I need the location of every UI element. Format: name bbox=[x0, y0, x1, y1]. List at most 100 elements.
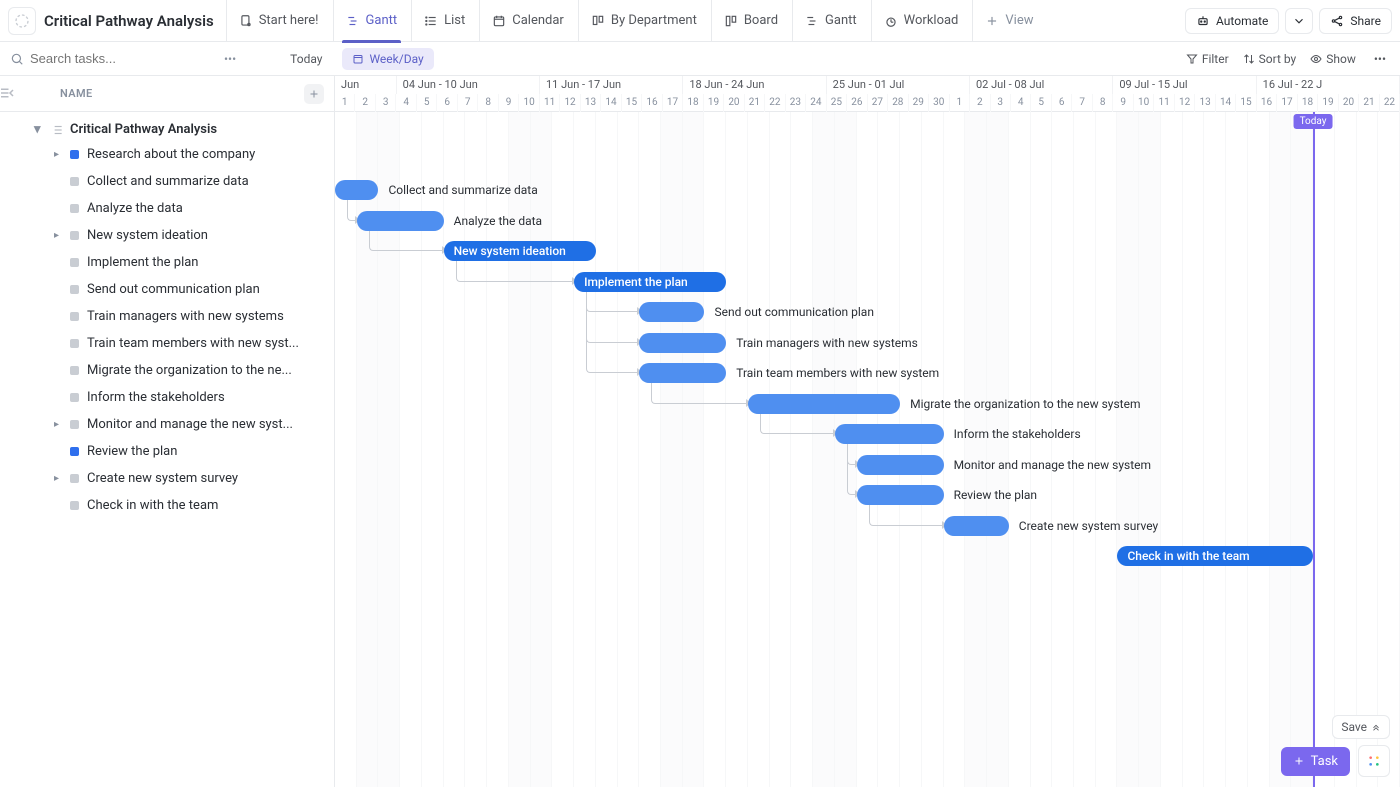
weekday-toggle[interactable]: Week/Day bbox=[342, 48, 433, 70]
gantt-bar[interactable] bbox=[857, 455, 944, 475]
task-row[interactable]: ▸ Inform the stakeholders bbox=[0, 384, 334, 411]
gantt-bar[interactable] bbox=[639, 363, 726, 383]
gantt-bar[interactable] bbox=[639, 333, 726, 353]
gantt-body[interactable]: TodayCollect and summarize dataAnalyze t… bbox=[335, 112, 1400, 787]
new-task-button[interactable]: Task bbox=[1281, 747, 1350, 776]
task-row[interactable]: ▸ Check in with the team bbox=[0, 492, 334, 519]
group-row[interactable]: ▾ Critical Pathway Analysis bbox=[0, 118, 334, 141]
add-column-button[interactable] bbox=[304, 84, 324, 104]
show-button[interactable]: Show bbox=[1310, 52, 1356, 66]
gantt-bar[interactable]: Check in with the team bbox=[1117, 546, 1313, 566]
automate-dropdown[interactable] bbox=[1285, 8, 1313, 34]
gantt-bar[interactable] bbox=[357, 211, 444, 231]
status-dot bbox=[70, 447, 79, 456]
caret-down-icon[interactable]: ▾ bbox=[34, 122, 44, 137]
day-label: 15 bbox=[622, 94, 642, 112]
status-dot bbox=[70, 474, 79, 483]
search-input[interactable] bbox=[30, 51, 170, 66]
task-row[interactable]: ▸ Analyze the data bbox=[0, 195, 334, 222]
day-label: 4 bbox=[396, 94, 416, 112]
gantt-bar[interactable]: Implement the plan bbox=[574, 272, 726, 292]
day-column bbox=[1357, 112, 1379, 787]
tab-gantt[interactable]: Gantt bbox=[333, 0, 410, 42]
gantt-bar[interactable]: New system ideation bbox=[444, 241, 596, 261]
caret-right-icon[interactable]: ▸ bbox=[54, 473, 62, 484]
tab-list[interactable]: List bbox=[411, 0, 477, 42]
show-label: Show bbox=[1326, 52, 1356, 66]
main-area: NAME ▾ Critical Pathway Analysis ▸ Resea… bbox=[0, 76, 1400, 787]
today-button[interactable]: Today bbox=[280, 48, 332, 70]
automate-button[interactable]: Automate bbox=[1185, 8, 1279, 34]
share-button[interactable]: Share bbox=[1319, 8, 1392, 34]
save-label: Save bbox=[1341, 720, 1367, 734]
task-row[interactable]: ▸ Research about the company bbox=[0, 141, 334, 168]
day-column bbox=[1226, 112, 1248, 787]
add-view-button[interactable]: View bbox=[972, 0, 1045, 42]
share-label: Share bbox=[1350, 14, 1381, 28]
gantt-chart[interactable]: Jun04 Jun - 10 Jun11 Jun - 17 Jun18 Jun … bbox=[335, 76, 1400, 787]
tab-start-here[interactable]: Start here! bbox=[226, 0, 331, 42]
dependency-line bbox=[847, 444, 855, 495]
day-column bbox=[704, 112, 726, 787]
task-row[interactable]: ▸ New system ideation bbox=[0, 222, 334, 249]
day-column bbox=[965, 112, 987, 787]
day-column bbox=[1161, 112, 1183, 787]
filter-button[interactable]: Filter bbox=[1186, 52, 1229, 66]
tab-label: Gantt bbox=[825, 13, 857, 28]
day-label: 2 bbox=[355, 94, 375, 112]
day-label: 20 bbox=[1339, 94, 1359, 112]
tab-label: Calendar bbox=[512, 13, 564, 28]
tab-board[interactable]: Board bbox=[711, 0, 790, 42]
sortby-button[interactable]: Sort by bbox=[1243, 52, 1297, 66]
task-button-label: Task bbox=[1311, 754, 1338, 769]
gantt-bar[interactable] bbox=[857, 485, 944, 505]
task-row[interactable]: ▸ Send out communication plan bbox=[0, 276, 334, 303]
task-row[interactable]: ▸ Monitor and manage the new syst... bbox=[0, 411, 334, 438]
tab-by-department[interactable]: By Department bbox=[578, 0, 709, 42]
collapse-sidebar-button[interactable] bbox=[0, 84, 16, 106]
caret-right-icon[interactable]: ▸ bbox=[54, 149, 62, 160]
day-column bbox=[770, 112, 792, 787]
plus-icon bbox=[985, 14, 999, 28]
caret-right-icon[interactable]: ▸ bbox=[54, 230, 62, 241]
save-chip[interactable]: Save bbox=[1332, 715, 1390, 739]
gantt-bar[interactable] bbox=[835, 424, 944, 444]
task-row[interactable]: ▸ Implement the plan bbox=[0, 249, 334, 276]
task-label: Collect and summarize data bbox=[87, 174, 249, 189]
day-column bbox=[1204, 112, 1226, 787]
more-menu[interactable]: ••• bbox=[220, 52, 240, 66]
day-label: 21 bbox=[745, 94, 765, 112]
task-label: New system ideation bbox=[87, 228, 208, 243]
day-label: 9 bbox=[1113, 94, 1133, 112]
chevron-down-icon bbox=[1292, 14, 1306, 28]
task-row[interactable]: ▸ Migrate the organization to the ne... bbox=[0, 357, 334, 384]
apps-button[interactable] bbox=[1358, 745, 1390, 777]
project-title[interactable]: Critical Pathway Analysis bbox=[44, 12, 214, 30]
task-row[interactable]: ▸ Train managers with new systems bbox=[0, 303, 334, 330]
tab-workload[interactable]: Workload bbox=[871, 0, 971, 42]
view-more-menu[interactable]: ••• bbox=[1370, 52, 1390, 66]
gantt-bar[interactable] bbox=[944, 516, 1009, 536]
search-box[interactable] bbox=[10, 51, 210, 66]
task-row[interactable]: ▸ Review the plan bbox=[0, 438, 334, 465]
status-dot bbox=[70, 231, 79, 240]
status-dot bbox=[70, 339, 79, 348]
day-label: 17 bbox=[1277, 94, 1297, 112]
day-column bbox=[1052, 112, 1074, 787]
day-label: 16 bbox=[1257, 94, 1277, 112]
gantt-bar[interactable] bbox=[748, 394, 900, 414]
task-row[interactable]: ▸ Collect and summarize data bbox=[0, 168, 334, 195]
gantt-bar[interactable] bbox=[639, 302, 704, 322]
gantt-bar[interactable] bbox=[335, 180, 378, 200]
task-row[interactable]: ▸ Train team members with new syst... bbox=[0, 330, 334, 357]
day-column bbox=[1096, 112, 1118, 787]
day-label: 28 bbox=[888, 94, 908, 112]
caret-right-icon[interactable]: ▸ bbox=[54, 419, 62, 430]
task-row[interactable]: ▸ Create new system survey bbox=[0, 465, 334, 492]
tab-gantt-2[interactable]: Gantt bbox=[792, 0, 869, 42]
project-logo[interactable] bbox=[8, 7, 36, 35]
day-label: 14 bbox=[601, 94, 621, 112]
calendar-small-icon bbox=[352, 53, 364, 65]
task-label: Inform the stakeholders bbox=[87, 390, 225, 405]
tab-calendar[interactable]: Calendar bbox=[479, 0, 576, 42]
